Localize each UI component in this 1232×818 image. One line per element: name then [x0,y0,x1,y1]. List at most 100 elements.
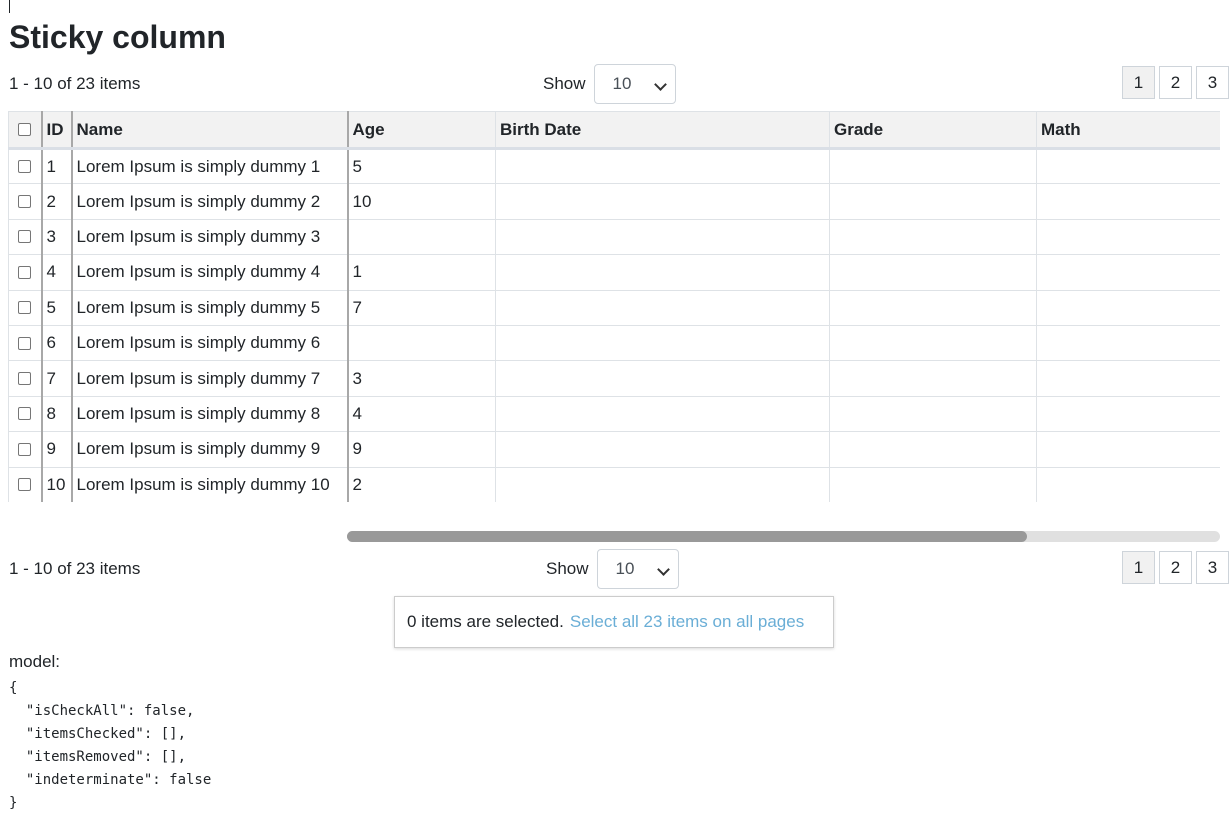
model-json: { "isCheckAll": false, "itemsChecked": [… [9,680,212,811]
page-button-1[interactable]: 1 [1122,66,1155,99]
selection-info: 0 items are selected. Select all 23 items… [394,596,834,648]
cell-age: 4 [347,395,496,433]
row-checkbox[interactable] [18,336,32,350]
row-checkbox[interactable] [18,160,32,174]
table-row[interactable]: 5 Lorem Ipsum is simply dummy 57 [8,289,1220,326]
table-row[interactable]: 7 Lorem Ipsum is simply dummy 73 [8,360,1220,397]
cell-age: 1 [347,254,496,291]
model-label: model: [9,652,61,671]
table-row[interactable]: 10 Lorem Ipsum is simply dummy 10 2 [8,466,1220,502]
cell-math [1036,360,1220,397]
row-checkbox-cell[interactable] [8,254,42,291]
header-id[interactable]: ID [40,111,73,150]
selection-count: 0 items are selected. [407,612,564,631]
cell-name: Lorem Ipsum is simply dummy 5 [71,289,349,326]
horizontal-scrollbar[interactable] [347,531,1220,542]
cell-id: 2 [40,183,73,220]
row-checkbox[interactable] [18,265,32,279]
data-table: ID Name Age Birth Date Grade Math 1 Lorem… [8,111,1220,502]
row-checkbox-cell[interactable] [8,218,42,256]
row-checkbox-cell[interactable] [8,289,42,326]
chevron-down-icon [656,563,670,576]
row-checkbox[interactable] [18,372,32,386]
cell-name: Lorem Ipsum is simply dummy 8 [71,395,349,433]
cell-birth-date [495,218,830,256]
row-checkbox-cell[interactable] [8,431,42,468]
cell-birth-date [495,289,830,326]
cell-math [1036,324,1220,362]
cell-id: 5 [40,289,73,326]
header-age[interactable]: Age [347,111,496,150]
bottom-toolbar: 1 - 10 of 23 items Show 10 1 2 3 [0,547,1232,591]
row-checkbox[interactable] [18,195,32,209]
cell-age: 2 [347,466,496,502]
table-row[interactable]: 1 Lorem Ipsum is simply dummy 15 [8,147,1220,185]
row-checkbox[interactable] [18,301,32,315]
row-checkbox-cell[interactable] [8,360,42,397]
cell-math [1036,431,1220,468]
cell-math [1036,183,1220,220]
top-toolbar: 1 - 10 of 23 items Show 10 1 2 3 [0,62,1232,106]
header-select-all[interactable] [8,111,42,150]
cell-name: Lorem Ipsum is simply dummy 2 [71,183,349,220]
table-row[interactable]: 2 Lorem Ipsum is simply dummy 2 10 [8,183,1220,220]
page-button-1[interactable]: 1 [1122,551,1155,584]
cell-id: 7 [40,360,73,397]
cell-age: 3 [347,360,496,397]
cell-name: Lorem Ipsum is simply dummy 7 [71,360,349,397]
cell-name: Lorem Ipsum is simply dummy 9 [71,431,349,468]
row-checkbox-cell[interactable] [8,147,42,185]
cell-age [347,218,496,256]
table-header-row: ID Name Age Birth Date Grade Math [8,111,1220,150]
cell-grade [829,431,1037,468]
row-checkbox[interactable] [18,442,32,456]
items-summary: 1 - 10 of 23 items [9,559,141,578]
cell-id: 3 [40,218,73,256]
header-grade[interactable]: Grade [829,111,1037,150]
cell-grade [829,218,1037,256]
page-button-3[interactable]: 3 [1196,66,1229,99]
table-row[interactable]: 9 Lorem Ipsum is simply dummy 99 [8,431,1220,468]
table-row[interactable]: 3 Lorem Ipsum is simply dummy 3 [8,218,1220,256]
page-size-select[interactable]: 10 [593,64,676,104]
cell-grade [829,147,1037,185]
cell-grade [829,324,1037,362]
cell-math [1036,395,1220,433]
cell-birth-date [495,183,830,220]
cell-math [1036,147,1220,185]
row-checkbox-cell[interactable] [8,395,42,433]
cell-birth-date [495,395,830,433]
cell-grade [829,360,1037,397]
text-cursor [9,0,10,13]
row-checkbox[interactable] [18,407,32,421]
cell-grade [829,395,1037,433]
page-size-select[interactable]: 10 [596,549,679,589]
cell-name: Lorem Ipsum is simply dummy 6 [71,324,349,362]
row-checkbox[interactable] [18,478,32,492]
cell-birth-date [495,147,830,185]
row-checkbox-cell[interactable] [8,324,42,362]
header-math[interactable]: Math [1036,111,1220,150]
table-row[interactable]: 8 Lorem Ipsum is simply dummy 84 [8,395,1220,433]
page-button-2[interactable]: 2 [1159,66,1192,99]
header-birth-date[interactable]: Birth Date [495,111,830,150]
page-button-3[interactable]: 3 [1196,551,1229,584]
scrollbar-thumb[interactable] [347,531,1027,542]
table-row[interactable]: 4 Lorem Ipsum is simply dummy 41 [8,254,1220,291]
cell-birth-date [495,254,830,291]
row-checkbox[interactable] [18,230,32,244]
pagination: 1 2 3 [1122,551,1229,584]
row-checkbox-cell[interactable] [8,183,42,220]
select-all-pages-link[interactable]: Select all 23 items on all pages [570,612,804,631]
cell-math [1036,218,1220,256]
cell-math [1036,289,1220,326]
items-summary: 1 - 10 of 23 items [9,74,141,93]
page-size-control: Show 10 [546,549,679,589]
page-button-2[interactable]: 2 [1159,551,1192,584]
select-all-checkbox[interactable] [18,123,32,136]
row-checkbox-cell[interactable] [8,466,42,502]
header-name[interactable]: Name [71,111,349,150]
table-row[interactable]: 6 Lorem Ipsum is simply dummy 6 [8,324,1220,362]
show-label: Show [543,74,586,93]
page-size-value: 10 [615,559,635,578]
